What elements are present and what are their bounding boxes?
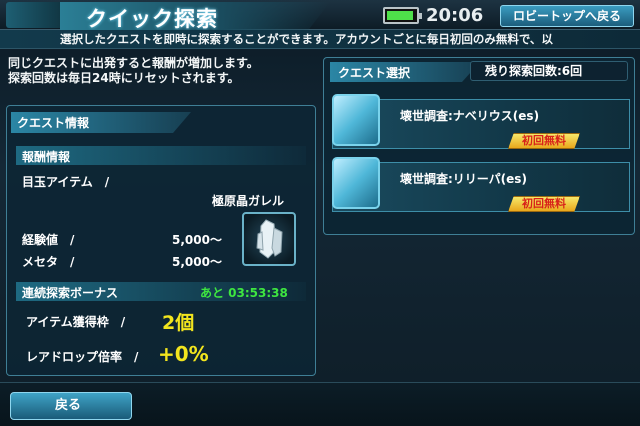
streak-bonus-label: 連続探索ボーナス	[22, 286, 119, 300]
reward-info-label: 報酬情報	[22, 150, 71, 164]
back-button[interactable]: 戻る	[10, 392, 132, 420]
lobby-top-button[interactable]: ロビートップへ戻る	[500, 5, 634, 27]
meseta-label: メセタ /	[22, 255, 75, 269]
quest-name: 壊世調査:リリーパ(es)	[400, 172, 527, 186]
notice: 同じクエストに出発すると報酬が増加します。 探索回数は毎日24時にリセットされま…	[8, 56, 259, 86]
quest-info-label: クエスト情報	[17, 116, 90, 130]
drop-slots-label: アイテム獲得枠 /	[26, 315, 126, 329]
crystal-icon	[256, 219, 283, 259]
item-slot[interactable]	[242, 212, 296, 266]
quest-emblem-icon	[332, 94, 380, 146]
free-badge: 初回無料	[508, 133, 580, 149]
notice-line-2: 探索回数は毎日24時にリセットされます。	[8, 71, 240, 85]
rare-drop-label: レアドロップ倍率 /	[26, 350, 139, 364]
notice-line-1: 同じクエストに出発すると報酬が増加します。	[8, 56, 259, 70]
free-badge: 初回無料	[508, 196, 580, 212]
searches-left: 残り探索回数:6回	[470, 61, 628, 81]
exp-value: 5,000〜	[172, 233, 222, 247]
page-title: クイック探索	[86, 7, 218, 31]
remaining-time: あと 03:53:38	[200, 286, 288, 300]
item-name: 極原晶ガレル	[212, 194, 285, 208]
exp-label: 経験値 /	[22, 233, 75, 247]
description-text: 選択したクエストを即時に探索することができます。アカウントごとに毎日初回のみ無料…	[60, 32, 553, 46]
quest-name: 壊世調査:ナベリウス(es)	[400, 109, 540, 123]
battery-icon	[383, 7, 422, 24]
battery-level	[387, 11, 413, 20]
featured-item-label: 目玉アイテム /	[22, 175, 110, 189]
drop-slots-value: 2個	[162, 312, 195, 334]
quest-emblem-icon	[332, 157, 380, 209]
rare-drop-value: +0%	[158, 342, 209, 366]
clock: 20:06	[426, 5, 484, 26]
meseta-value: 5,000〜	[172, 255, 222, 269]
quest-select-label: クエスト選択	[338, 66, 411, 80]
